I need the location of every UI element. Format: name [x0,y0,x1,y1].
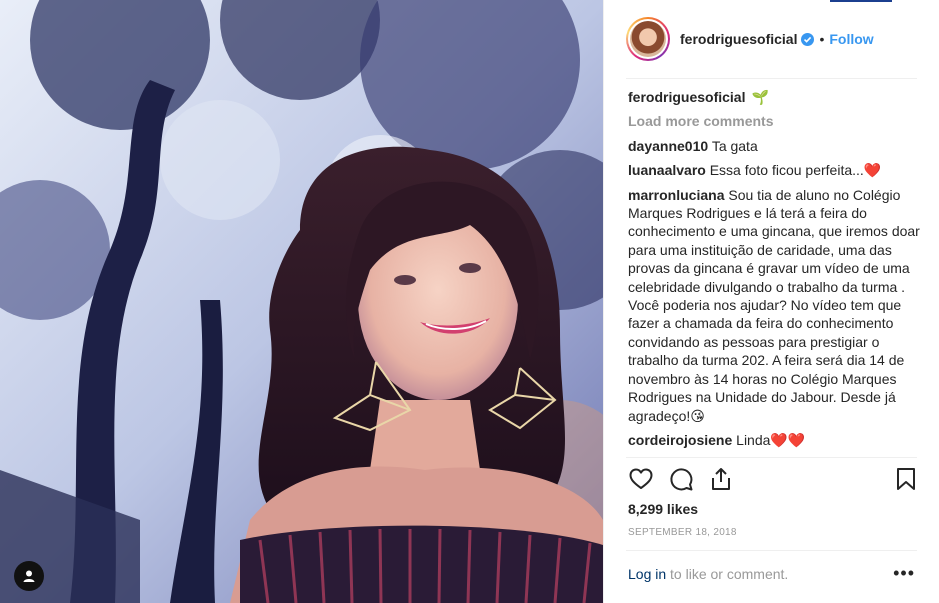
person-icon [23,570,35,582]
actions-divider [626,457,917,458]
post-details-panel: ferodriguesoficial • Follow ferodrigueso… [603,0,939,603]
header-username[interactable]: ferodriguesoficial [680,31,797,47]
comment-username[interactable]: marronluciana [628,187,724,203]
separator-dot: • [819,31,825,47]
comment-text: Linda❤️❤️ [736,431,806,448]
follow-button[interactable]: Follow [829,31,873,47]
portrait-image [0,0,603,603]
header-divider [626,78,917,79]
comment-item: marronluciana Sou tia de aluno no Colégi… [628,186,920,425]
comment-username[interactable]: luanaalvaro [628,162,706,178]
save-button[interactable] [894,466,922,494]
login-prompt-text: to like or comment. [666,566,789,582]
like-button[interactable] [628,466,656,494]
seedling-emoji: 🌱 [751,89,769,105]
comment-button[interactable] [668,466,696,494]
avatar[interactable] [626,17,670,61]
profile-button[interactable] [14,561,44,591]
comments-list: ferodriguesoficial 🌱 Load more comments … [628,88,920,448]
post-header: ferodriguesoficial • Follow [604,0,939,78]
avatar-image [630,21,666,57]
comment-text: Essa foto ficou perfeita...❤️ [709,162,882,179]
more-options-button[interactable]: ••• [893,564,915,582]
comment-item: dayanne010 Ta gata [628,137,920,155]
action-bar [628,466,920,496]
likes-count[interactable]: 8,299 likes [628,501,698,517]
heart-icon [629,468,653,489]
share-button[interactable] [708,466,736,494]
share-icon [712,468,730,490]
caption: ferodriguesoficial 🌱 [628,88,920,106]
comment-username[interactable]: cordeirojosiene [628,432,732,448]
comment-username[interactable]: dayanne010 [628,138,708,154]
comment-text: Sou tia de aluno no Colégio Marques Rodr… [628,186,920,424]
comment-icon [670,468,693,491]
comment-item: luanaalvaro Essa foto ficou perfeita...❤… [628,161,920,179]
login-prompt: Log in to like or comment. [628,566,920,582]
post-date: SEPTEMBER 18, 2018 [628,527,737,538]
bookmark-icon [897,468,915,490]
post-photo[interactable] [0,0,603,603]
footer-divider [626,550,917,551]
load-more-comments-button[interactable]: Load more comments [628,112,920,130]
login-link[interactable]: Log in [628,566,666,582]
comment-text: Ta gata [711,137,758,154]
caption-username[interactable]: ferodriguesoficial [628,88,745,106]
comment-item: cordeirojosiene Linda❤️❤️ [628,431,920,449]
verified-badge-icon [801,32,815,46]
